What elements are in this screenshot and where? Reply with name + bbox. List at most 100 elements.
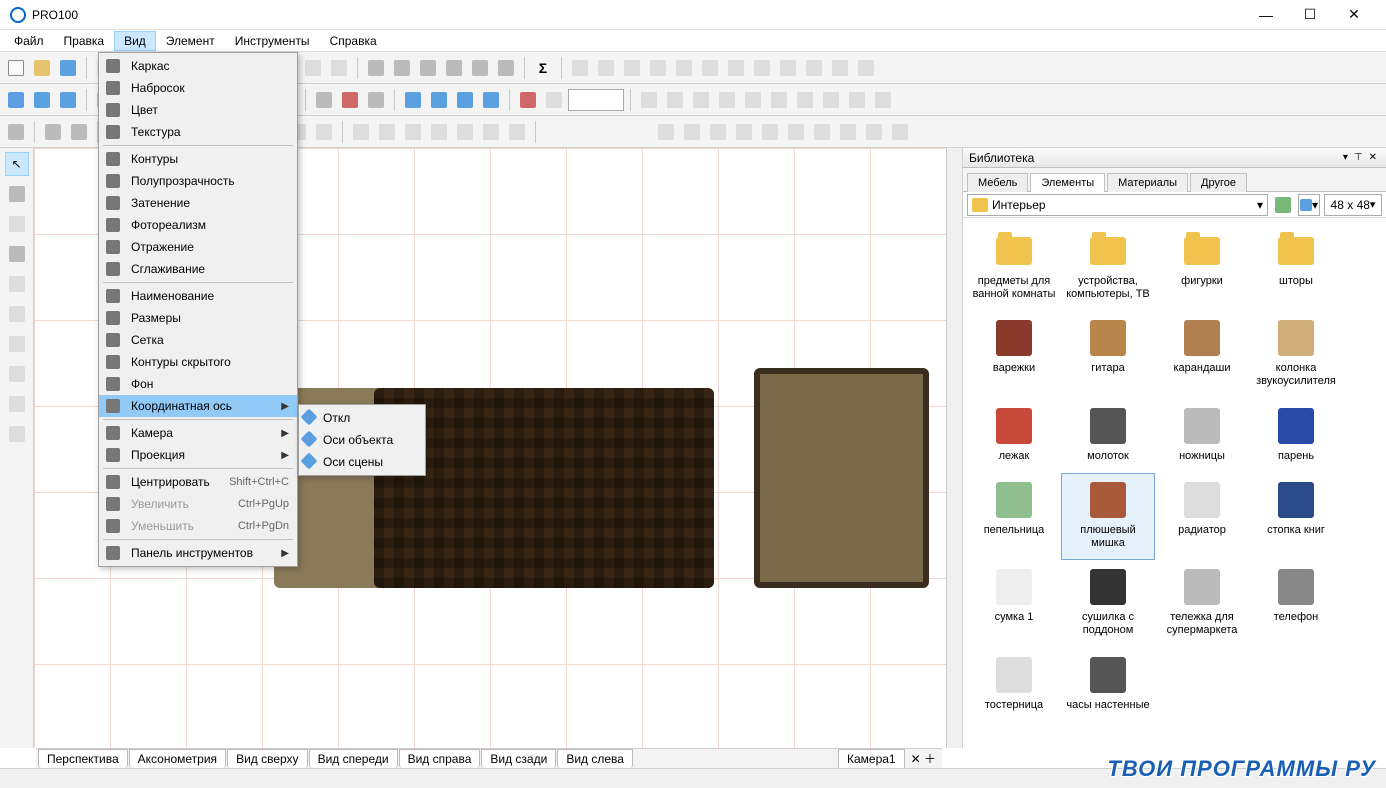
view-menu-Координатная ось[interactable]: Координатная ось▶ xyxy=(99,395,297,417)
view-menu-Проекция[interactable]: Проекция▶ xyxy=(99,444,297,466)
bed-icon[interactable] xyxy=(312,88,336,112)
view-menu-Размеры[interactable]: Размеры xyxy=(99,307,297,329)
lib-item-11[interactable]: парень xyxy=(1249,399,1343,474)
tb2-dim-0[interactable] xyxy=(637,88,661,112)
lib-item-14[interactable]: радиатор xyxy=(1155,473,1249,548)
menu-Файл[interactable]: Файл xyxy=(4,31,54,51)
maximize-button[interactable]: ☐ xyxy=(1288,1,1332,29)
tb1c-btn-4[interactable] xyxy=(672,56,696,80)
panel-pin-icon[interactable]: ⊤ xyxy=(1351,152,1366,163)
lib-item-0[interactable]: предметы для ванной комнаты xyxy=(967,224,1061,311)
tb2-axis-1[interactable] xyxy=(427,88,451,112)
view-menu-Контуры скрытого[interactable]: Контуры скрытого xyxy=(99,351,297,373)
tb1c-btn-5[interactable] xyxy=(698,56,722,80)
tb3c-btn-4[interactable] xyxy=(758,120,782,144)
tb2-dim-8[interactable] xyxy=(845,88,869,112)
view-menu-Затенение[interactable]: Затенение xyxy=(99,192,297,214)
view-menu-Увеличить[interactable]: УвеличитьCtrl+PgUp xyxy=(99,493,297,515)
camera-tab[interactable]: Камера1 xyxy=(838,749,905,769)
menu-Инструменты[interactable]: Инструменты xyxy=(225,31,320,51)
lib-tab-Материалы[interactable]: Материалы xyxy=(1107,173,1188,192)
lib-item-10[interactable]: ножницы xyxy=(1155,399,1249,474)
tool-5[interactable] xyxy=(5,272,29,296)
lib-tab-Элементы[interactable]: Элементы xyxy=(1030,173,1105,192)
tb1b-btn-0[interactable] xyxy=(364,56,388,80)
tb3c-btn-8[interactable] xyxy=(862,120,886,144)
view-menu-Фотореализм[interactable]: Фотореализм xyxy=(99,214,297,236)
zoom-combo[interactable] xyxy=(568,89,624,111)
grid-snap-button[interactable] xyxy=(4,120,28,144)
tb1-btn-9[interactable] xyxy=(327,56,351,80)
lib-item-21[interactable]: часы настенные xyxy=(1061,648,1155,723)
lib-item-15[interactable]: стопка книг xyxy=(1249,473,1343,548)
tb3-btn-8[interactable] xyxy=(312,120,336,144)
lib-item-9[interactable]: молоток xyxy=(1061,399,1155,474)
close-button[interactable]: ✕ xyxy=(1332,1,1376,29)
tb2-axis-3[interactable] xyxy=(479,88,503,112)
tb2-axis-0[interactable] xyxy=(401,88,425,112)
open-file-button[interactable] xyxy=(30,56,54,80)
tb1b-btn-3[interactable] xyxy=(442,56,466,80)
view-menu-Контуры[interactable]: Контуры xyxy=(99,148,297,170)
tool-6[interactable] xyxy=(5,302,29,326)
view-menu-Камера[interactable]: Камера▶ xyxy=(99,422,297,444)
tool-10[interactable] xyxy=(5,422,29,446)
folder-up-button[interactable] xyxy=(1272,194,1294,216)
view-menu-Полупрозрачность[interactable]: Полупрозрачность xyxy=(99,170,297,192)
tb2-cube-1[interactable] xyxy=(30,88,54,112)
tb1c-btn-7[interactable] xyxy=(750,56,774,80)
tb3b-btn-1[interactable] xyxy=(375,120,399,144)
tool-8[interactable] xyxy=(5,362,29,386)
eye-icon[interactable] xyxy=(364,88,388,112)
lib-item-18[interactable]: тележка для супермаркета xyxy=(1155,560,1249,647)
tb1c-btn-0[interactable] xyxy=(568,56,592,80)
view-tab-Вид спереди[interactable]: Вид спереди xyxy=(309,749,398,768)
tb1c-btn-6[interactable] xyxy=(724,56,748,80)
new-file-button[interactable] xyxy=(4,56,28,80)
tb3c-btn-6[interactable] xyxy=(810,120,834,144)
save-file-button[interactable] xyxy=(56,56,80,80)
lib-item-20[interactable]: тостерница xyxy=(967,648,1061,723)
view-menu-Каркас[interactable]: Каркас xyxy=(99,55,297,77)
tool-7[interactable] xyxy=(5,332,29,356)
tb3b-btn-3[interactable] xyxy=(427,120,451,144)
panel-close-icon[interactable]: ✕ xyxy=(1366,152,1380,163)
eyedropper-tool[interactable] xyxy=(5,242,29,266)
tool-2[interactable] xyxy=(5,182,29,206)
view-tab-Перспектива[interactable]: Перспектива xyxy=(38,749,128,768)
view-menu-Цвет[interactable]: Цвет xyxy=(99,99,297,121)
tb2-dim-9[interactable] xyxy=(871,88,895,112)
tb2-dim-2[interactable] xyxy=(689,88,713,112)
tb1b-btn-2[interactable] xyxy=(416,56,440,80)
lib-item-6[interactable]: карандаши xyxy=(1155,311,1249,386)
menu-Вид[interactable]: Вид xyxy=(114,31,156,51)
view-tab-Вид сверху[interactable]: Вид сверху xyxy=(227,749,308,768)
tb1c-btn-1[interactable] xyxy=(594,56,618,80)
tb3c-btn-3[interactable] xyxy=(732,120,756,144)
sigma-button[interactable]: Σ xyxy=(531,56,555,80)
view-menu-Сетка[interactable]: Сетка xyxy=(99,329,297,351)
view-menu-Центрировать[interactable]: ЦентрироватьShift+Ctrl+C xyxy=(99,471,297,493)
move-button[interactable] xyxy=(41,120,65,144)
library-path-combo[interactable]: Интерьер ▾ xyxy=(967,194,1268,216)
lib-item-4[interactable]: варежки xyxy=(967,311,1061,386)
tb3c-btn-1[interactable] xyxy=(680,120,704,144)
tb2-dim-3[interactable] xyxy=(715,88,739,112)
tb1b-btn-5[interactable] xyxy=(494,56,518,80)
menu-Правка[interactable]: Правка xyxy=(54,31,115,51)
menu-Справка[interactable]: Справка xyxy=(320,31,387,51)
view-tab-Вид сзади[interactable]: Вид сзади xyxy=(481,749,556,768)
view-menu-Отражение[interactable]: Отражение xyxy=(99,236,297,258)
view-menu-Сглаживение[interactable]: Сглаживание xyxy=(99,258,297,280)
tool-3[interactable] xyxy=(5,212,29,236)
view-tab-Аксонометрия[interactable]: Аксонометрия xyxy=(129,749,226,768)
tb1b-btn-1[interactable] xyxy=(390,56,414,80)
panel-menu-icon[interactable]: ▾ xyxy=(1340,152,1351,163)
axis-Оси объекта[interactable]: Оси объекта xyxy=(299,429,425,451)
target-icon[interactable] xyxy=(516,88,540,112)
tb1c-btn-2[interactable] xyxy=(620,56,644,80)
tb2-dim-6[interactable] xyxy=(793,88,817,112)
lib-item-7[interactable]: колонка звукоусилителя xyxy=(1249,311,1343,398)
tb2-dim-1[interactable] xyxy=(663,88,687,112)
tb1-btn-8[interactable] xyxy=(301,56,325,80)
